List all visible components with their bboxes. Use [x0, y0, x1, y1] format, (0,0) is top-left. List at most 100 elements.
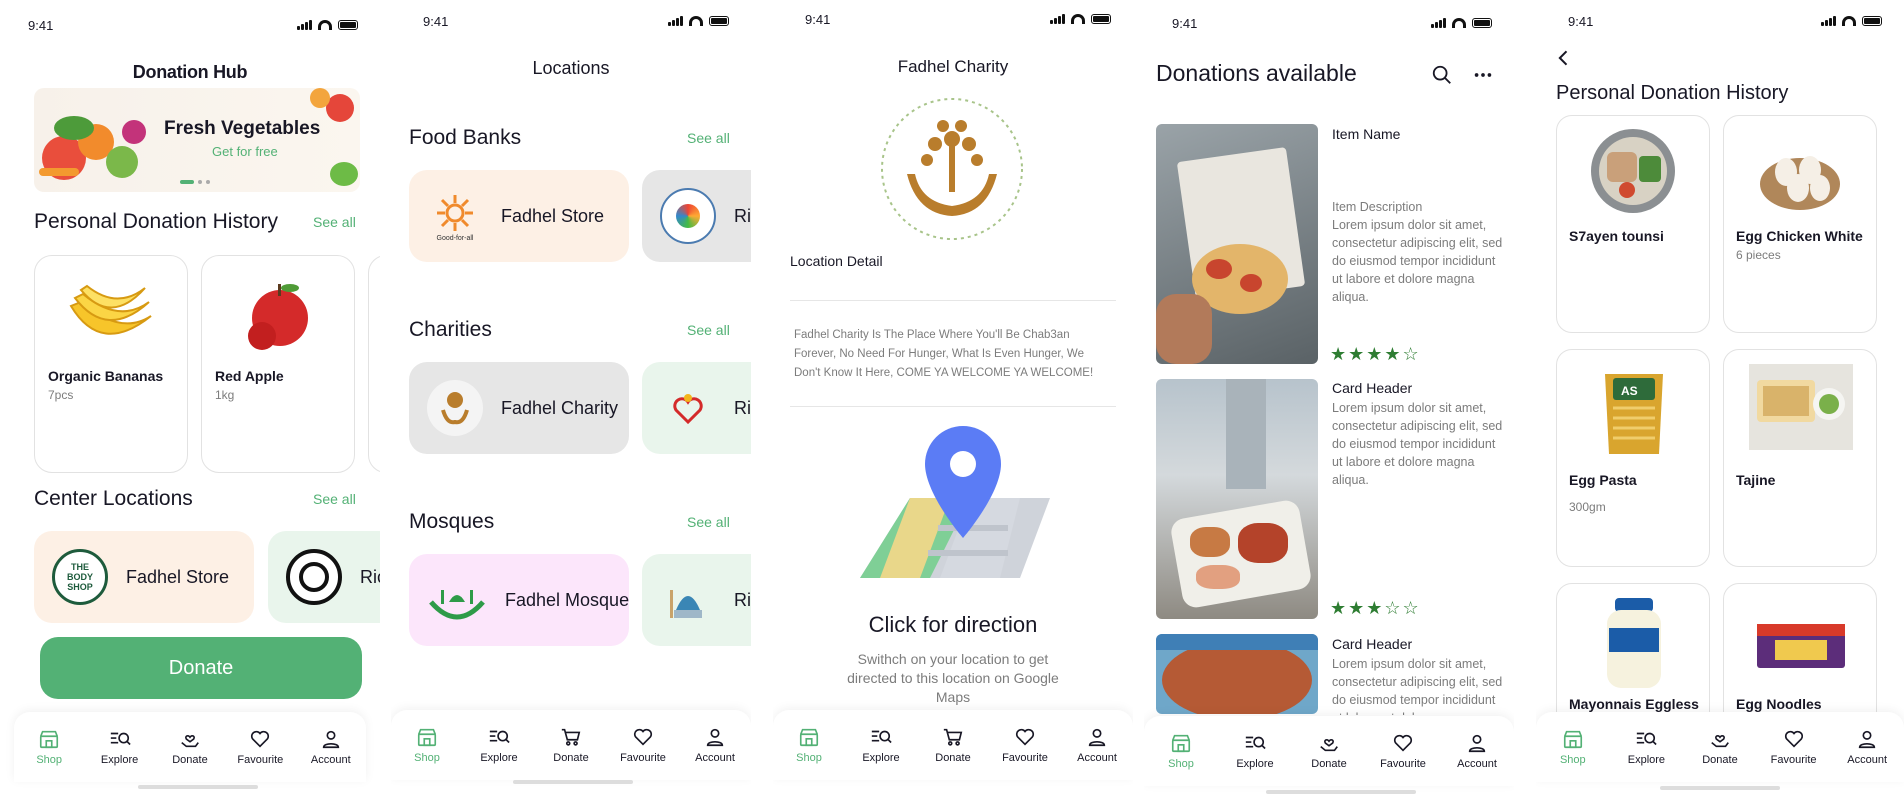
location-card[interactable]: Good-for-all Fadhel Store — [409, 170, 629, 262]
nav-label: Account — [1457, 758, 1497, 770]
meal-photo[interactable] — [1156, 379, 1318, 619]
mayonnaise-image — [1607, 598, 1661, 688]
donate-button[interactable]: Donate — [40, 637, 362, 699]
product-card[interactable] — [368, 255, 380, 473]
wifi-icon — [689, 16, 703, 26]
nav-donate[interactable]: Donate — [541, 726, 601, 764]
more-icon[interactable] — [1472, 64, 1494, 86]
donate-hand-icon — [181, 734, 199, 748]
nav-favourite[interactable]: Favourite — [1764, 728, 1824, 766]
location-card[interactable]: Ric — [268, 531, 380, 623]
see-all-link[interactable]: See all — [687, 322, 730, 338]
nav-account[interactable]: Account — [301, 728, 361, 766]
location-card[interactable]: Ri — [642, 554, 751, 646]
location-card[interactable]: THE BODY SHOP Fadhel Store — [34, 531, 254, 623]
card-description: Lorem ipsum dolor sit amet, consectetur … — [1332, 401, 1503, 487]
see-all-link[interactable]: See all — [687, 514, 730, 530]
location-card[interactable]: Fadhel Charity — [409, 362, 629, 454]
nav-favourite[interactable]: Favourite — [613, 726, 673, 764]
donate-hand-icon — [1711, 734, 1729, 748]
nav-label: Donate — [1702, 754, 1738, 766]
product-card[interactable]: Organic Bananas 7pcs — [34, 255, 188, 473]
search-icon[interactable] — [1431, 64, 1453, 86]
product-card[interactable]: Red Apple 1kg — [201, 255, 355, 473]
status-bar: 9:41 — [773, 12, 1133, 28]
rainbow-sky-logo — [660, 188, 716, 244]
location-card[interactable]: Ri — [642, 362, 751, 454]
explore-icon — [871, 730, 892, 744]
location-card[interactable]: Fadhel Mosque — [409, 554, 629, 646]
product-card[interactable]: S7ayen tounsi — [1556, 115, 1710, 333]
nav-account[interactable]: Account — [1837, 728, 1897, 766]
screen-charity-detail: 9:41 Fadhel Charity Location Detail Fadh… — [773, 0, 1133, 797]
home-indicator — [1660, 786, 1780, 790]
nav-explore[interactable]: Explore — [1225, 732, 1285, 770]
nav-explore[interactable]: Explore — [469, 726, 529, 764]
nav-shop[interactable]: Shop — [779, 726, 839, 764]
explore-icon — [110, 732, 131, 746]
nav-label: Account — [1847, 754, 1888, 766]
nav-favourite[interactable]: Favourite — [995, 726, 1055, 764]
bottom-nav: Shop Explore Donate Favourite Account — [773, 710, 1133, 780]
pasta-image: AS — [1605, 374, 1663, 454]
battery-icon — [709, 16, 729, 26]
nav-account[interactable]: Account — [1447, 732, 1507, 770]
product-name: S7ayen tounsi — [1569, 228, 1664, 244]
nav-explore[interactable]: Explore — [851, 726, 911, 764]
nav-donate[interactable]: Donate — [160, 728, 220, 766]
donate-hand-icon — [1320, 738, 1338, 752]
nav-shop[interactable]: Shop — [19, 728, 79, 766]
nav-favourite[interactable]: Favourite — [1373, 732, 1433, 770]
pizza-photo[interactable] — [1156, 124, 1318, 364]
product-card[interactable]: Tajine — [1723, 349, 1877, 567]
nav-account[interactable]: Account — [685, 726, 745, 764]
history-see-all[interactable]: See all — [313, 214, 356, 230]
signal-icon — [668, 16, 683, 26]
shop-icon — [1171, 734, 1191, 753]
nav-shop[interactable]: Shop — [397, 726, 457, 764]
direction-title[interactable]: Click for direction — [773, 612, 1133, 638]
nav-label: Shop — [414, 752, 440, 764]
product-card[interactable]: AS Egg Pasta 300gm — [1556, 349, 1710, 567]
nav-explore[interactable]: Explore — [90, 728, 150, 766]
signal-icon — [1050, 14, 1065, 24]
nav-favourite[interactable]: Favourite — [230, 728, 290, 766]
logo-caption: Good-for-all — [436, 234, 474, 242]
user-icon — [1468, 734, 1486, 753]
nav-donate[interactable]: Donate — [1299, 732, 1359, 770]
nav-label: Explore — [480, 752, 518, 764]
nav-shop[interactable]: Shop — [1543, 728, 1603, 766]
back-icon[interactable] — [1554, 48, 1574, 68]
cart-icon — [943, 728, 963, 746]
nav-label: Explore — [100, 754, 139, 766]
product-card[interactable]: Egg Chicken White 6 pieces — [1723, 115, 1877, 333]
nav-account[interactable]: Account — [1067, 726, 1127, 764]
promo-banner[interactable]: Fresh Vegetables Get for free — [34, 88, 360, 192]
nav-explore[interactable]: Explore — [1616, 728, 1676, 766]
see-all-link[interactable]: See all — [687, 130, 730, 146]
status-bar: 9:41 — [391, 14, 751, 30]
nav-donate[interactable]: Donate — [1690, 728, 1750, 766]
heart-icon — [1015, 728, 1035, 746]
section-title: Food Banks — [409, 126, 522, 149]
bananas-image — [69, 284, 152, 335]
google-maps-icon[interactable] — [850, 418, 1060, 588]
nav-donate[interactable]: Donate — [923, 726, 983, 764]
home-indicator — [1266, 790, 1416, 794]
star-icon: ★★★★ — [1330, 344, 1403, 364]
location-name: Fadhel Charity — [501, 397, 619, 418]
donate-button-label: Donate — [168, 656, 234, 679]
location-card[interactable]: Ri — [642, 170, 751, 262]
user-icon — [1859, 730, 1876, 749]
card-header: Card Header — [1332, 636, 1413, 652]
bottom-nav: Shop Explore Donate Favourite Account — [1536, 712, 1904, 782]
dish-photo[interactable] — [1156, 634, 1318, 714]
nav-label: Explore — [1627, 754, 1666, 766]
tajine-image — [1749, 364, 1853, 450]
page-title: Donations available — [1156, 60, 1357, 86]
nav-shop[interactable]: Shop — [1151, 732, 1211, 770]
eggs-image — [1760, 156, 1840, 210]
product-qty: 300gm — [1569, 500, 1606, 514]
centers-see-all[interactable]: See all — [313, 491, 356, 507]
nav-label: Favourite — [237, 754, 284, 766]
